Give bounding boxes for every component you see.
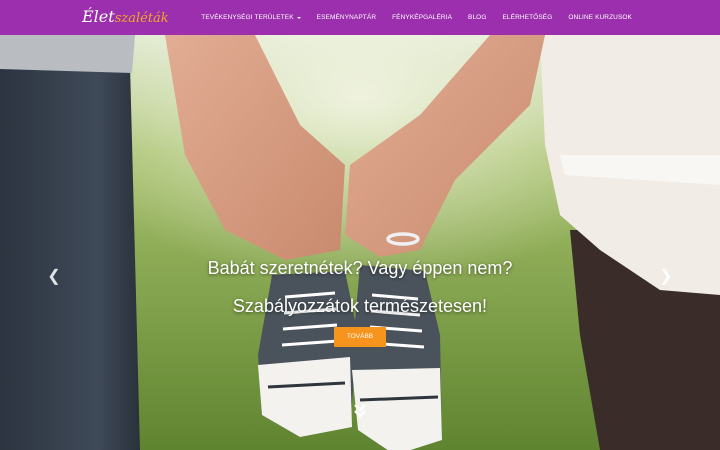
tovabb-button[interactable]: TOVÁBB [334,327,386,347]
hero-background-photo [0,35,720,450]
nav-label: BLOG [468,14,487,21]
nav-item-tevekenysegi-teruletek[interactable]: TEVÉKENYSÉGI TERÜLETEK [201,14,301,21]
top-navbar: Életszaléták TEVÉKENYSÉGI TERÜLETEK ESEM… [0,0,720,35]
nav-item-fenykepgaleria[interactable]: FÉNYKÉPGALÉRIA [392,14,452,21]
logo-part-2: szaléták [114,11,169,26]
site-logo[interactable]: Életszaléták [82,5,169,29]
nav-item-esemenynaptar[interactable]: ESEMÉNYNAPTÁR [317,14,376,21]
logo-part-1: Élet [82,7,115,26]
nav-item-blog[interactable]: BLOG [468,14,486,21]
nav-label: ONLINE KURZUSOK [568,14,632,21]
nav-item-elerhetoseg[interactable]: ELÉRHETŐSÉG [503,14,553,21]
nav-label: ELÉRHETŐSÉG [502,14,553,21]
hero-slider: ❮ ❯ [0,35,720,450]
nav-label: ESEMÉNYNAPTÁR [316,14,377,21]
main-nav: TEVÉKENYSÉGI TERÜLETEK ESEMÉNYNAPTÁR FÉN… [185,0,632,35]
hero-subheadline: Szabályozzátok természetesen! [232,296,488,316]
nav-label: FÉNYKÉPGALÉRIA [392,14,453,21]
hero-headline: Babát szeretnétek? Vagy éppen nem? [207,258,513,278]
double-chevron-down-icon[interactable] [352,403,368,419]
nav-label: TEVÉKENYSÉGI TERÜLETEK [201,14,294,21]
dropdown-caret-icon [296,16,301,19]
nav-item-online-kurzusok[interactable]: ONLINE KURZUSOK [568,14,632,21]
